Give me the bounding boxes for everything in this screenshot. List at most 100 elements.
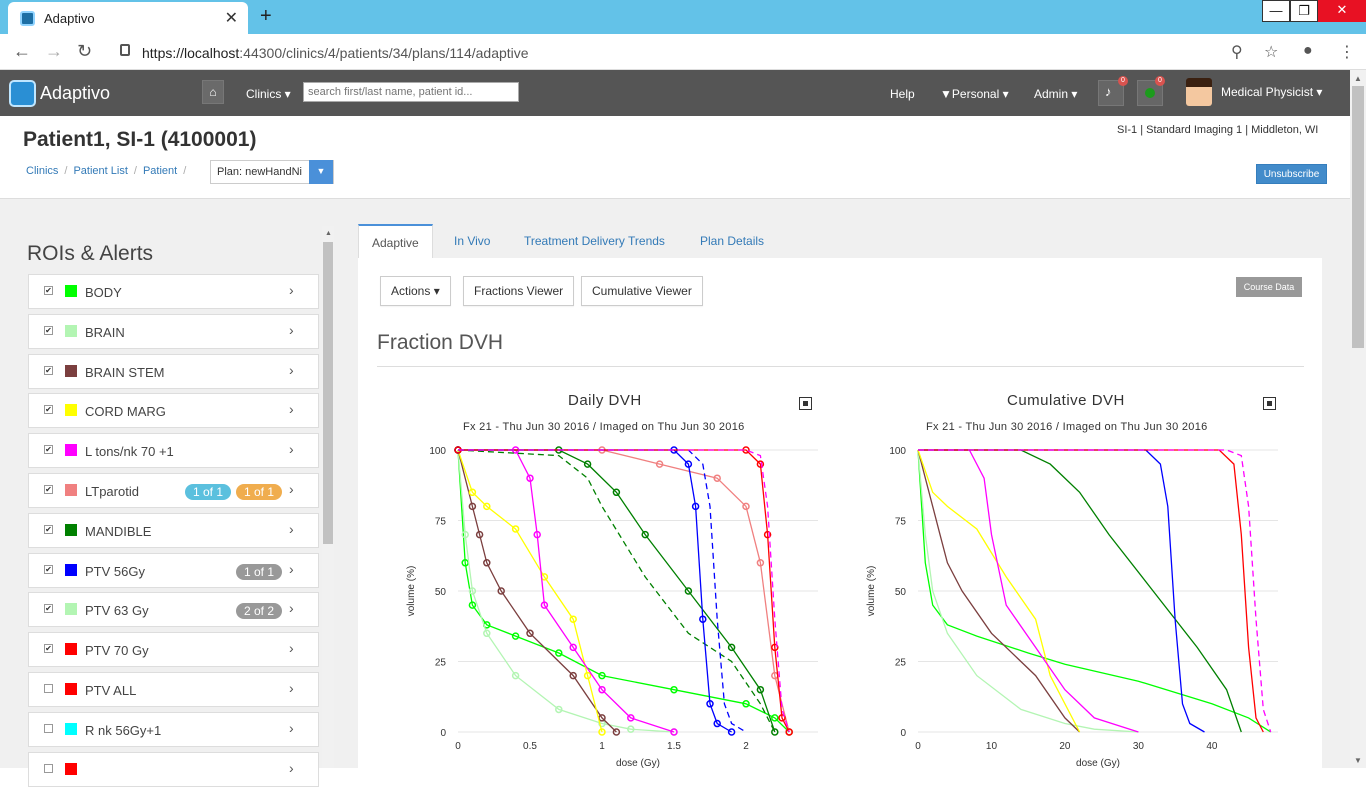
- expand-icon[interactable]: [1263, 397, 1276, 410]
- user-menu[interactable]: Medical Physicist ▾: [1221, 85, 1322, 99]
- roi-item[interactable]: ✔ PTV 63 Gy 2 of 2 ›: [28, 592, 319, 628]
- chevron-right-icon[interactable]: ›: [289, 481, 294, 497]
- adaptive-content: Actions ▾ Fractions Viewer Cumulative Vi…: [358, 258, 1322, 768]
- chevron-right-icon[interactable]: ›: [289, 640, 294, 656]
- roi-item[interactable]: ✔ BRAIN STEM ›: [28, 353, 319, 389]
- chevron-right-icon[interactable]: ›: [289, 521, 294, 537]
- restore-window-icon[interactable]: ❐: [1290, 0, 1318, 22]
- roi-checkbox[interactable]: ✔: [44, 325, 53, 335]
- roi-color-swatch: [65, 364, 77, 377]
- roi-checkbox[interactable]: ✔: [44, 564, 53, 574]
- fractions-viewer-button[interactable]: Fractions Viewer: [463, 276, 575, 306]
- minimize-window-icon[interactable]: —: [1262, 0, 1290, 22]
- roi-checkbox[interactable]: ✔: [44, 445, 53, 455]
- new-tab-icon[interactable]: +: [260, 5, 272, 28]
- roi-checkbox[interactable]: ✔: [44, 286, 53, 295]
- x-tick-label: 30: [1133, 741, 1145, 752]
- help-link[interactable]: Help: [890, 87, 915, 101]
- page-scrollbar-thumb[interactable]: [1352, 86, 1364, 348]
- y-tick-label: 25: [895, 658, 907, 669]
- breadcrumb-patient[interactable]: Patient: [143, 165, 177, 177]
- admin-menu[interactable]: Admin ▾: [1034, 87, 1077, 101]
- alert-badge[interactable]: 1 of 1: [236, 563, 283, 580]
- roi-item[interactable]: ✔ PTV 56Gy 1 of 1 ›: [28, 552, 319, 588]
- roi-checkbox[interactable]: [44, 723, 53, 733]
- url-field[interactable]: https://localhost:44300/clinics/4/patien…: [108, 38, 1288, 66]
- roi-checkbox[interactable]: [44, 683, 53, 693]
- chevron-right-icon[interactable]: ›: [289, 322, 294, 338]
- roi-item[interactable]: ✔ PTV 70 Gy ›: [28, 632, 319, 668]
- chevron-right-icon[interactable]: ›: [289, 401, 294, 417]
- roi-item[interactable]: R nk 56Gy+1 ›: [28, 711, 319, 747]
- chevron-right-icon[interactable]: ›: [289, 362, 294, 378]
- chevron-right-icon[interactable]: ›: [289, 561, 294, 577]
- roi-name: L tons/nk 70 +1: [85, 444, 174, 460]
- tab-plan-details[interactable]: Plan Details: [700, 224, 764, 259]
- x-tick-label: 20: [1059, 741, 1071, 752]
- roi-item[interactable]: ✔ L tons/nk 70 +1 ›: [28, 433, 319, 469]
- roi-checkbox[interactable]: [44, 763, 53, 773]
- page-scrollbar[interactable]: ▲ ▼: [1350, 70, 1366, 768]
- browser-menu-icon[interactable]: ⋮: [1339, 42, 1355, 62]
- close-tab-icon[interactable]: ✕: [225, 8, 238, 28]
- alert-badge[interactable]: 2 of 2: [236, 603, 283, 620]
- expand-icon[interactable]: [799, 397, 812, 410]
- roi-checkbox[interactable]: ✔: [44, 484, 53, 494]
- clinics-menu[interactable]: Clinics ▾: [246, 87, 291, 101]
- home-icon[interactable]: ⌂: [202, 80, 224, 104]
- alert-badge[interactable]: 1 of 1: [236, 483, 283, 500]
- chevron-right-icon[interactable]: ›: [289, 282, 294, 298]
- bookmark-star-icon[interactable]: ☆: [1264, 42, 1278, 62]
- roi-checkbox[interactable]: ✔: [44, 524, 53, 534]
- cumulative-viewer-button[interactable]: Cumulative Viewer: [581, 276, 703, 306]
- close-window-icon[interactable]: ✕: [1318, 0, 1366, 22]
- user-avatar[interactable]: [1186, 78, 1212, 106]
- zoom-icon[interactable]: ⚲: [1231, 42, 1243, 62]
- x-tick-label: 1.5: [667, 741, 681, 752]
- chevron-right-icon[interactable]: ›: [289, 600, 294, 616]
- x-tick-label: 2: [743, 741, 749, 752]
- plan-select-value: Plan: newHandNi: [217, 166, 302, 178]
- roi-color-swatch: [65, 523, 77, 536]
- roi-checkbox[interactable]: ✔: [44, 405, 53, 415]
- actions-dropdown[interactable]: Actions ▾: [380, 276, 451, 306]
- roi-item[interactable]: ›: [28, 751, 319, 787]
- course-data-button[interactable]: Course Data: [1236, 277, 1302, 297]
- roi-item[interactable]: ✔ BODY ›: [28, 274, 319, 309]
- roi-scrollbar-thumb[interactable]: [323, 242, 333, 544]
- browser-tab[interactable]: Adaptivo ✕: [8, 2, 248, 34]
- adaptivo-logo-icon[interactable]: [9, 80, 36, 107]
- roi-item[interactable]: PTV ALL ›: [28, 671, 319, 707]
- patient-search-input[interactable]: [303, 82, 519, 102]
- filter-icon: ▼: [940, 87, 952, 101]
- roi-item[interactable]: ✔ MANDIBLE ›: [28, 512, 319, 548]
- unsubscribe-button[interactable]: Unsubscribe: [1256, 164, 1327, 184]
- chevron-right-icon[interactable]: ›: [289, 720, 294, 736]
- brand-name[interactable]: Adaptivo: [40, 83, 110, 104]
- roi-item[interactable]: ✔ LTparotid 1 of 11 of 1 ›: [28, 472, 319, 508]
- roi-scrollbar[interactable]: ▲: [322, 226, 334, 768]
- roi-item[interactable]: ✔ CORD MARG ›: [28, 393, 319, 429]
- roi-checkbox[interactable]: ✔: [44, 604, 53, 614]
- roi-item[interactable]: ✔ BRAIN ›: [28, 313, 319, 349]
- roi-checkbox[interactable]: ✔: [44, 644, 53, 654]
- tab-treatment-delivery-trends[interactable]: Treatment Delivery Trends: [524, 224, 665, 259]
- chevron-down-icon[interactable]: ▼: [309, 160, 333, 184]
- roi-checkbox[interactable]: ✔: [44, 365, 53, 375]
- plan-select[interactable]: Plan: newHandNi ▼: [210, 160, 334, 184]
- roi-list: ✔ BODY › ✔ BRAIN › ✔ BRAIN STEM › ✔ CORD MARG › ✔ L t…: [28, 274, 319, 791]
- reload-icon[interactable]: ↻: [77, 41, 92, 62]
- roi-color-swatch: [65, 682, 77, 695]
- x-tick-label: 1: [599, 741, 605, 752]
- forward-arrow-icon[interactable]: →: [45, 41, 63, 62]
- tab-adaptive[interactable]: Adaptive: [358, 224, 433, 259]
- breadcrumb-clinics[interactable]: Clinics: [26, 165, 58, 177]
- personal-menu[interactable]: ▼Personal ▾: [940, 87, 1009, 101]
- chevron-right-icon[interactable]: ›: [289, 441, 294, 457]
- profile-icon[interactable]: ●: [1303, 42, 1313, 60]
- chevron-right-icon[interactable]: ›: [289, 680, 294, 696]
- back-arrow-icon[interactable]: ←: [13, 41, 31, 62]
- alert-badge[interactable]: 1 of 1: [185, 483, 232, 500]
- breadcrumb-patient-list[interactable]: Patient List: [73, 165, 127, 177]
- tab-in-vivo[interactable]: In Vivo: [454, 224, 490, 259]
